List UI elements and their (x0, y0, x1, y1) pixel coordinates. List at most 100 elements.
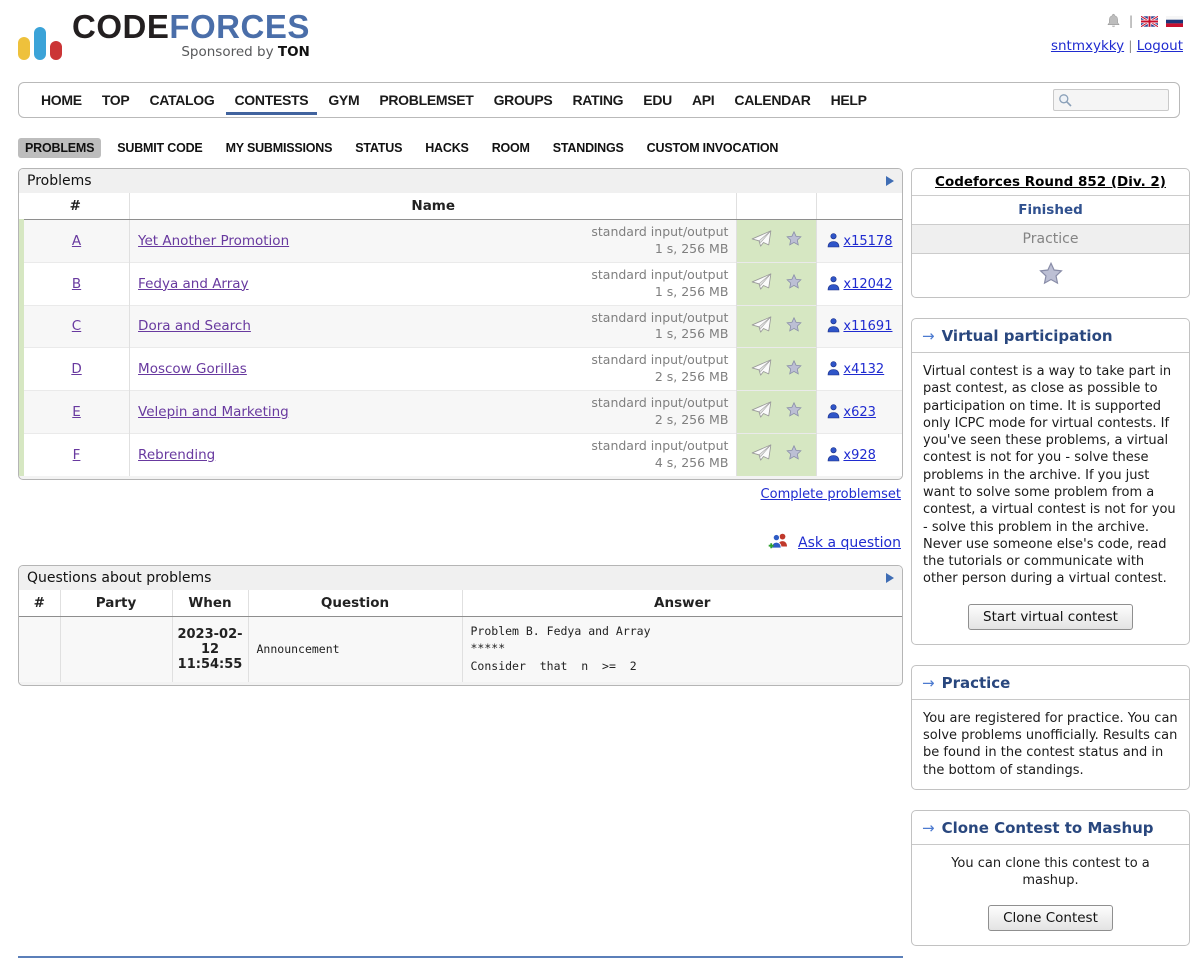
question-answer: Problem B. Fedya and Array ***** Conside… (462, 616, 902, 682)
problem-row-b: B Fedya and Array standard input/output1… (22, 262, 903, 305)
page-header: CODEFORCES Sponsored by TON | (0, 0, 1193, 76)
nav-item-top[interactable]: TOP (93, 85, 139, 115)
nav-item-groups[interactable]: GROUPS (485, 85, 562, 115)
ton-brand-text: TON (278, 44, 310, 60)
contest-info-box: Codeforces Round 852 (Div. 2) Finished P… (911, 168, 1190, 298)
start-virtual-contest-button[interactable]: Start virtual contest (968, 604, 1133, 630)
solved-count-link[interactable]: x928 (843, 448, 876, 463)
problem-limits: standard input/output4 s, 256 MB (591, 438, 728, 472)
favorite-star-icon[interactable] (786, 317, 802, 336)
clone-contest-title: Clone Contest to Mashup (942, 819, 1154, 837)
sponsored-by-text: Sponsored by (181, 44, 273, 60)
username-link[interactable]: sntmxykky (1051, 38, 1124, 54)
subnav-room[interactable]: ROOM (485, 138, 537, 158)
col-header-name: Name (130, 193, 737, 220)
solver-person-icon (827, 362, 843, 377)
q-col-answer: Answer (462, 590, 902, 617)
solved-count-link[interactable]: x12042 (843, 277, 892, 292)
q-col-when: When (172, 590, 248, 617)
problem-row-e: E Velepin and Marketing standard input/o… (22, 391, 903, 434)
questions-expand-arrow-icon[interactable] (886, 573, 894, 583)
favorite-star-icon[interactable] (786, 402, 802, 421)
problem-row-f: F Rebrending standard input/output4 s, 2… (22, 433, 903, 475)
subnav-hacks[interactable]: HACKS (418, 138, 475, 158)
problem-letter-link[interactable]: C (72, 318, 81, 334)
contest-mode: Practice (912, 225, 1189, 254)
nav-item-contests[interactable]: CONTESTS (226, 85, 318, 115)
col-header-actions (737, 193, 817, 220)
clarification-plane-icon[interactable] (751, 230, 772, 251)
nav-item-home[interactable]: HOME (32, 85, 91, 115)
virtual-participation-title: Virtual participation (942, 327, 1113, 345)
search-input[interactable] (1072, 91, 1162, 109)
clone-contest-box: → Clone Contest to Mashup You can clone t… (911, 810, 1190, 947)
q-col-question: Question (248, 590, 462, 617)
clarification-plane-icon[interactable] (751, 444, 772, 465)
problem-row-c: C Dora and Search standard input/output1… (22, 305, 903, 348)
logo-forces-text: FORCES (169, 8, 310, 45)
solver-person-icon (827, 319, 843, 334)
codeforces-logo[interactable]: CODEFORCES Sponsored by TON (18, 10, 310, 76)
question-party (60, 616, 172, 682)
problem-name-link[interactable]: Moscow Gorillas (138, 361, 247, 377)
section-arrow-icon: → (922, 819, 935, 837)
problem-letter-link[interactable]: F (73, 447, 81, 463)
solved-count-link[interactable]: x11691 (843, 319, 892, 334)
ask-question-link[interactable]: Ask a question (798, 535, 901, 551)
clarification-plane-icon[interactable] (751, 401, 772, 422)
problem-row-a: A Yet Another Promotion standard input/o… (22, 220, 903, 263)
nav-item-edu[interactable]: EDU (634, 85, 681, 115)
problem-limits: standard input/output1 s, 256 MB (591, 267, 728, 301)
question-text: Announcement (248, 616, 462, 682)
clarification-plane-icon[interactable] (751, 359, 772, 380)
problem-letter-link[interactable]: E (72, 404, 81, 420)
question-row: 2023-02-12 11:54:55 Announcement Problem… (19, 616, 902, 682)
complete-problemset-link[interactable]: Complete problemset (761, 487, 901, 502)
problem-letter-link[interactable]: B (72, 276, 81, 292)
contest-status: Finished (912, 196, 1189, 225)
problem-letter-link[interactable]: A (72, 233, 81, 249)
main-content: Problems # Name A (18, 168, 903, 686)
problem-name-link[interactable]: Rebrending (138, 447, 215, 463)
problem-letter-link[interactable]: D (71, 361, 81, 377)
favorite-star-icon[interactable] (786, 360, 802, 379)
nav-item-gym[interactable]: GYM (319, 85, 368, 115)
nav-item-catalog[interactable]: CATALOG (140, 85, 223, 115)
solved-count-link[interactable]: x4132 (843, 362, 884, 377)
nav-item-rating[interactable]: RATING (563, 85, 632, 115)
clarification-plane-icon[interactable] (751, 316, 772, 337)
favorite-star-icon[interactable] (786, 231, 802, 250)
clone-contest-text: You can clone this contest to a mashup. (912, 845, 1189, 900)
nav-item-problemset[interactable]: PROBLEMSET (370, 85, 482, 115)
nav-item-api[interactable]: API (683, 85, 723, 115)
subnav-standings[interactable]: STANDINGS (546, 138, 631, 158)
nav-item-help[interactable]: HELP (822, 85, 876, 115)
problem-name-link[interactable]: Velepin and Marketing (138, 404, 289, 420)
clarification-plane-icon[interactable] (751, 273, 772, 294)
codeforces-contest-page: CODEFORCES Sponsored by TON | (0, 0, 1193, 962)
solver-person-icon (827, 448, 843, 463)
subnav-status[interactable]: STATUS (348, 138, 409, 158)
english-flag-icon[interactable] (1141, 16, 1158, 27)
contest-favorite-star-icon[interactable] (1039, 262, 1063, 285)
contest-title-link[interactable]: Codeforces Round 852 (Div. 2) (935, 174, 1166, 190)
logout-link[interactable]: Logout (1137, 38, 1183, 54)
russian-flag-icon[interactable] (1166, 16, 1183, 27)
favorite-star-icon[interactable] (786, 274, 802, 293)
solved-count-link[interactable]: x15178 (843, 234, 892, 249)
footer-divider (18, 956, 903, 958)
nav-item-calendar[interactable]: CALENDAR (725, 85, 819, 115)
notification-bell-icon[interactable] (1106, 13, 1121, 29)
solved-count-link[interactable]: x623 (843, 405, 876, 420)
subnav-submit-code[interactable]: SUBMIT CODE (110, 138, 209, 158)
subnav-custom-invocation[interactable]: CUSTOM INVOCATION (640, 138, 786, 158)
subnav-my-submissions[interactable]: MY SUBMISSIONS (219, 138, 340, 158)
subnav-problems[interactable]: PROBLEMS (18, 138, 101, 158)
problems-expand-arrow-icon[interactable] (886, 176, 894, 186)
problem-name-link[interactable]: Dora and Search (138, 318, 251, 334)
logo-code-text: CODE (72, 8, 169, 45)
clone-contest-button[interactable]: Clone Contest (988, 905, 1113, 931)
problem-name-link[interactable]: Fedya and Array (138, 276, 249, 292)
favorite-star-icon[interactable] (786, 445, 802, 464)
problem-name-link[interactable]: Yet Another Promotion (138, 233, 289, 249)
